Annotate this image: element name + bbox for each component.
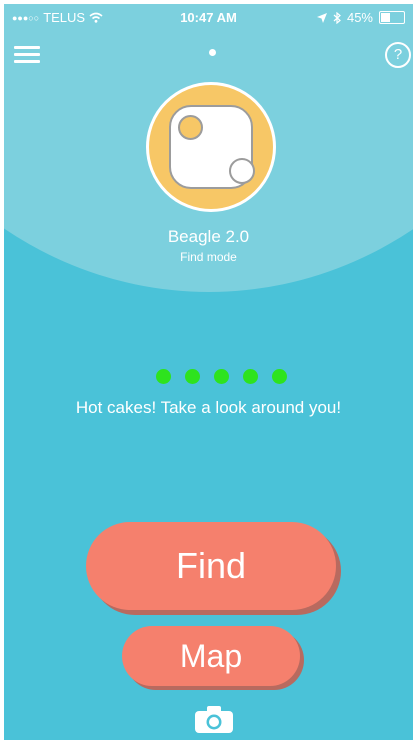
device-button-ring — [229, 158, 255, 184]
device-avatar[interactable] — [146, 82, 276, 212]
page-indicator-dot — [209, 49, 216, 56]
location-arrow-icon — [316, 12, 327, 23]
signal-dot — [272, 369, 287, 384]
device-mode: Find mode — [180, 250, 237, 264]
hamburger-menu-icon[interactable] — [14, 42, 40, 64]
camera-icon[interactable] — [194, 704, 234, 734]
map-button[interactable]: Map — [122, 626, 300, 686]
status-right: 45% — [316, 10, 405, 25]
bluetooth-icon — [333, 11, 341, 24]
status-bar: ●●●○○ TELUS 10:47 AM 45% — [4, 4, 413, 30]
battery-icon — [379, 11, 405, 24]
proximity-message: Hot cakes! Take a look around you! — [75, 398, 342, 417]
app-screen: ●●●○○ TELUS 10:47 AM 45% ? Beagle 2.0 Fi… — [4, 4, 413, 740]
tracker-device-icon — [169, 105, 255, 189]
signal-dot — [243, 369, 258, 384]
signal-dot — [214, 369, 229, 384]
device-button-small — [178, 115, 203, 140]
signal-strength-indicator — [156, 369, 287, 384]
device-name: Beagle 2.0 — [167, 227, 250, 246]
find-button[interactable]: Find — [86, 522, 336, 610]
battery-fill — [381, 13, 390, 22]
battery-percent: 45% — [346, 10, 373, 25]
signal-dot — [156, 369, 171, 384]
signal-dot — [185, 369, 200, 384]
question-circle-icon[interactable]: ? — [385, 42, 411, 68]
